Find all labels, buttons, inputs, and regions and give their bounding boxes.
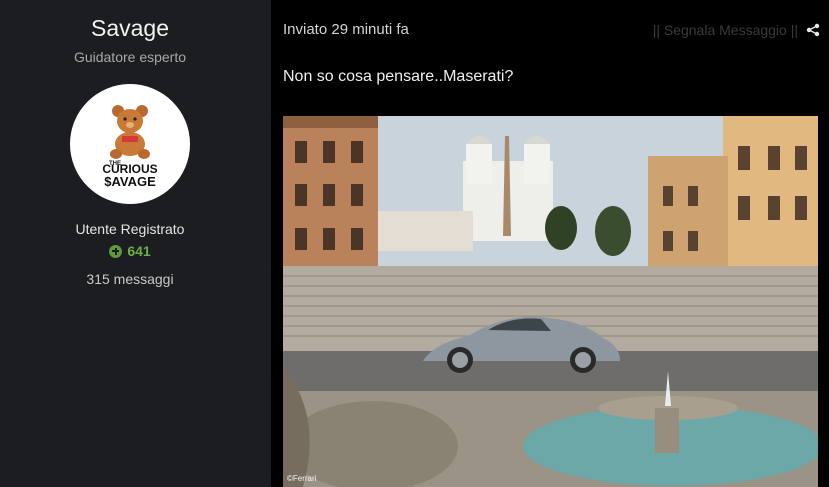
plus-circle-icon [109,244,123,258]
image-credit: ©Ferrari [287,474,317,483]
post-pointer-arrow [254,12,271,46]
author-panel: Savage Guidatore esperto THE CURIOUS $AV… [0,0,271,487]
post-content-text: Non so cosa pensare..Maserati? [283,68,514,85]
post-tools: || Segnala Messaggio || [653,22,820,38]
avatar-text-bottom: $AVAGE [104,174,156,189]
reputation-count: 641 [127,243,151,259]
author-name[interactable]: Savage [0,15,260,42]
post-image-scene: ©Ferrari [283,116,818,487]
share-icon[interactable] [806,23,820,37]
avatar-logo: THE CURIOUS $AVAGE [102,105,158,189]
author-group: Utente Registrato [75,221,185,237]
report-post-link[interactable]: || Segnala Messaggio || [653,22,798,38]
post-timestamp[interactable]: Inviato 29 minuti fa [283,21,409,38]
author-title: Guidatore esperto [73,49,187,65]
reputation-badge: 641 [0,243,260,259]
avatar[interactable]: THE CURIOUS $AVAGE [70,84,190,204]
author-post-count[interactable]: 315 messaggi [0,271,260,287]
post-image[interactable]: ©Ferrari [283,116,818,487]
